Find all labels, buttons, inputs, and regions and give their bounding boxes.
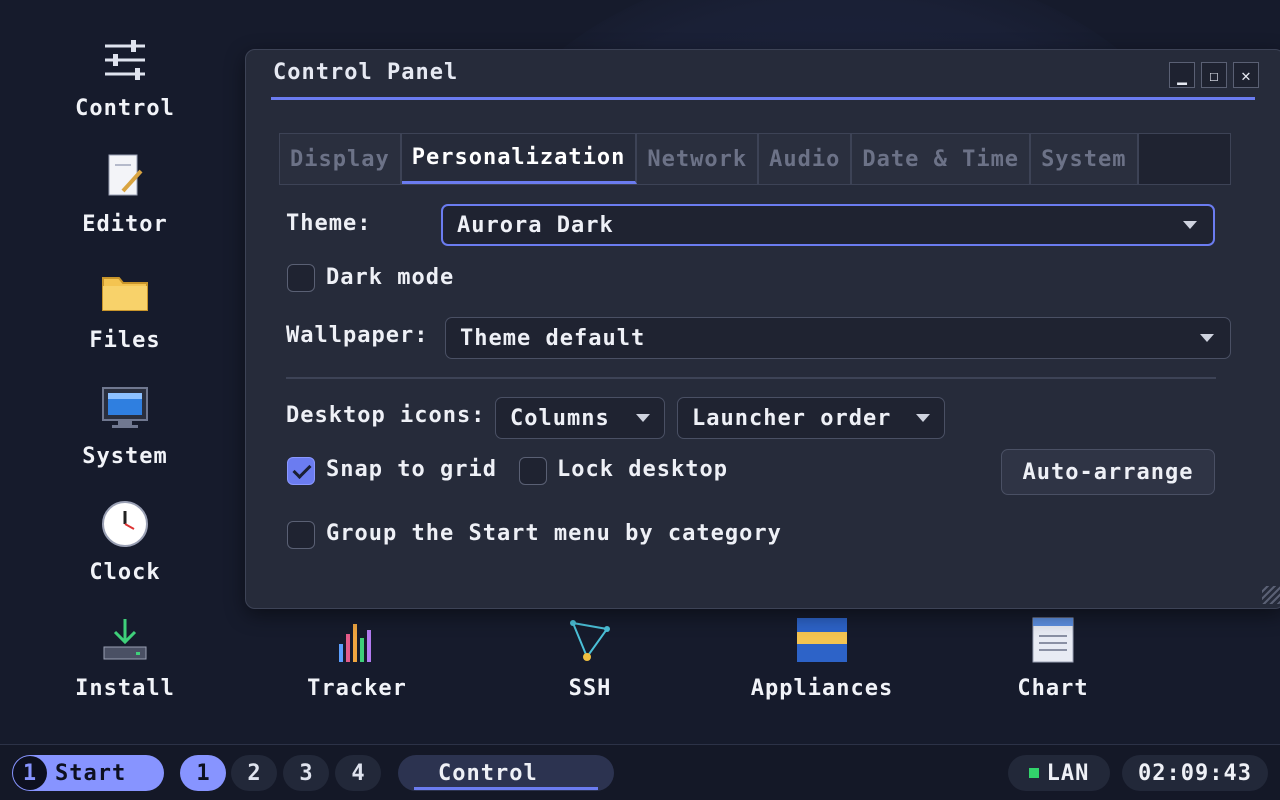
control-panel-window: Control Panel ▁ ☐ ✕ Display Personalizat… (245, 49, 1280, 609)
window-titlebar[interactable]: Control Panel ▁ ☐ ✕ (271, 50, 1259, 100)
lock-desktop-checkbox[interactable] (519, 457, 547, 485)
taskbar: 1 Start 1 2 3 4 Control LAN 02:09:43 (0, 744, 1280, 800)
monitor-icon (50, 376, 200, 440)
tab-date-time[interactable]: Date & Time (852, 134, 1032, 184)
dark-mode-checkbox[interactable] (287, 264, 315, 292)
start-label: Start (55, 760, 127, 786)
theme-dropdown[interactable]: Aurora Dark (441, 204, 1215, 246)
folder-icon (50, 260, 200, 324)
dark-mode-label: Dark mode (326, 265, 455, 290)
lock-desktop-label: Lock desktop (557, 457, 728, 482)
maximize-button[interactable]: ☐ (1201, 62, 1227, 88)
window-title: Control Panel (273, 60, 459, 85)
workspace-3[interactable]: 3 (283, 755, 329, 791)
taskbar-item-label: Control (438, 760, 538, 786)
tab-personalization[interactable]: Personalization (401, 134, 638, 184)
bar-chart-icon (282, 608, 432, 672)
desktop-icons-label: Desktop icons: (286, 403, 486, 428)
start-number-badge: 1 (13, 756, 47, 790)
network-status[interactable]: LAN (1008, 755, 1110, 791)
appliances-icon (747, 608, 897, 672)
desktop-icon-label: Appliances (750, 676, 894, 701)
snap-to-grid-label: Snap to grid (326, 457, 497, 482)
desktop-icon-label: Files (89, 328, 161, 353)
theme-value: Aurora Dark (457, 212, 614, 238)
tab-audio[interactable]: Audio (759, 134, 853, 184)
chevron-down-icon (1183, 221, 1197, 229)
desktop-icon-clock[interactable]: Clock (50, 492, 200, 585)
desktop-icon-files[interactable]: Files (50, 260, 200, 353)
desktop-icon-label: Install (75, 676, 175, 701)
document-pencil-icon (50, 144, 200, 208)
chevron-down-icon (1200, 334, 1214, 342)
desktop-icon-install[interactable]: Install (50, 608, 200, 701)
clock-icon (50, 492, 200, 556)
desktop-icon-ssh[interactable]: SSH (515, 608, 665, 701)
resize-grip[interactable] (1262, 586, 1280, 604)
section-divider (286, 377, 1216, 379)
desktop-icon-label: System (82, 444, 168, 469)
network-triangle-icon (515, 608, 665, 672)
desktop-icon-system[interactable]: System (50, 376, 200, 469)
group-start-menu-label: Group the Start menu by category (326, 521, 782, 546)
tab-system[interactable]: System (1031, 134, 1139, 184)
workspace-2[interactable]: 2 (231, 755, 277, 791)
chevron-down-icon (636, 414, 650, 422)
close-button[interactable]: ✕ (1233, 62, 1259, 88)
group-start-menu-checkbox[interactable] (287, 521, 315, 549)
taskbar-item-control[interactable]: Control (398, 755, 614, 791)
theme-label: Theme: (286, 211, 372, 236)
desktop-icon-chart[interactable]: Chart (978, 608, 1128, 701)
workspace-1[interactable]: 1 (180, 755, 226, 791)
desktop-icon-label: Tracker (307, 676, 407, 701)
wallpaper-label: Wallpaper: (286, 323, 429, 348)
desktop-icon-appliances[interactable]: Appliances (747, 608, 897, 701)
desktop-icon-label: Editor (82, 212, 168, 237)
desktop-icon-label: Clock (89, 560, 161, 585)
chart-document-icon (978, 608, 1128, 672)
tab-bar: Display Personalization Network Audio Da… (279, 133, 1231, 185)
desktop-icon-tracker[interactable]: Tracker (282, 608, 432, 701)
desktop-icon-control[interactable]: Control (50, 28, 200, 121)
taskbar-clock[interactable]: 02:09:43 (1122, 755, 1268, 791)
tab-network[interactable]: Network (637, 134, 760, 184)
icon-order-dropdown[interactable]: Launcher order (677, 397, 945, 439)
icon-layout-value: Columns (510, 405, 610, 431)
network-status-icon (1028, 768, 1039, 778)
desktop-icon-label: Chart (1017, 676, 1089, 701)
tab-display[interactable]: Display (280, 134, 402, 184)
minimize-button[interactable]: ▁ (1169, 62, 1195, 88)
auto-arrange-button[interactable]: Auto-arrange (1001, 449, 1215, 495)
icon-layout-dropdown[interactable]: Columns (495, 397, 665, 439)
desktop-icon-label: SSH (568, 676, 612, 701)
start-button[interactable]: 1 Start (12, 755, 164, 791)
window-controls: ▁ ☐ ✕ (1169, 62, 1259, 88)
snap-to-grid-checkbox[interactable] (287, 457, 315, 485)
network-label: LAN (1046, 760, 1090, 786)
desktop-icon-label: Control (75, 96, 175, 121)
workspace-4[interactable]: 4 (335, 755, 381, 791)
wallpaper-value: Theme default (460, 325, 646, 351)
desktop-icon-editor[interactable]: Editor (50, 144, 200, 237)
chevron-down-icon (916, 414, 930, 422)
wallpaper-dropdown[interactable]: Theme default (445, 317, 1231, 359)
sliders-icon (50, 28, 200, 92)
icon-order-value: Launcher order (692, 405, 892, 431)
download-tray-icon (50, 608, 200, 672)
